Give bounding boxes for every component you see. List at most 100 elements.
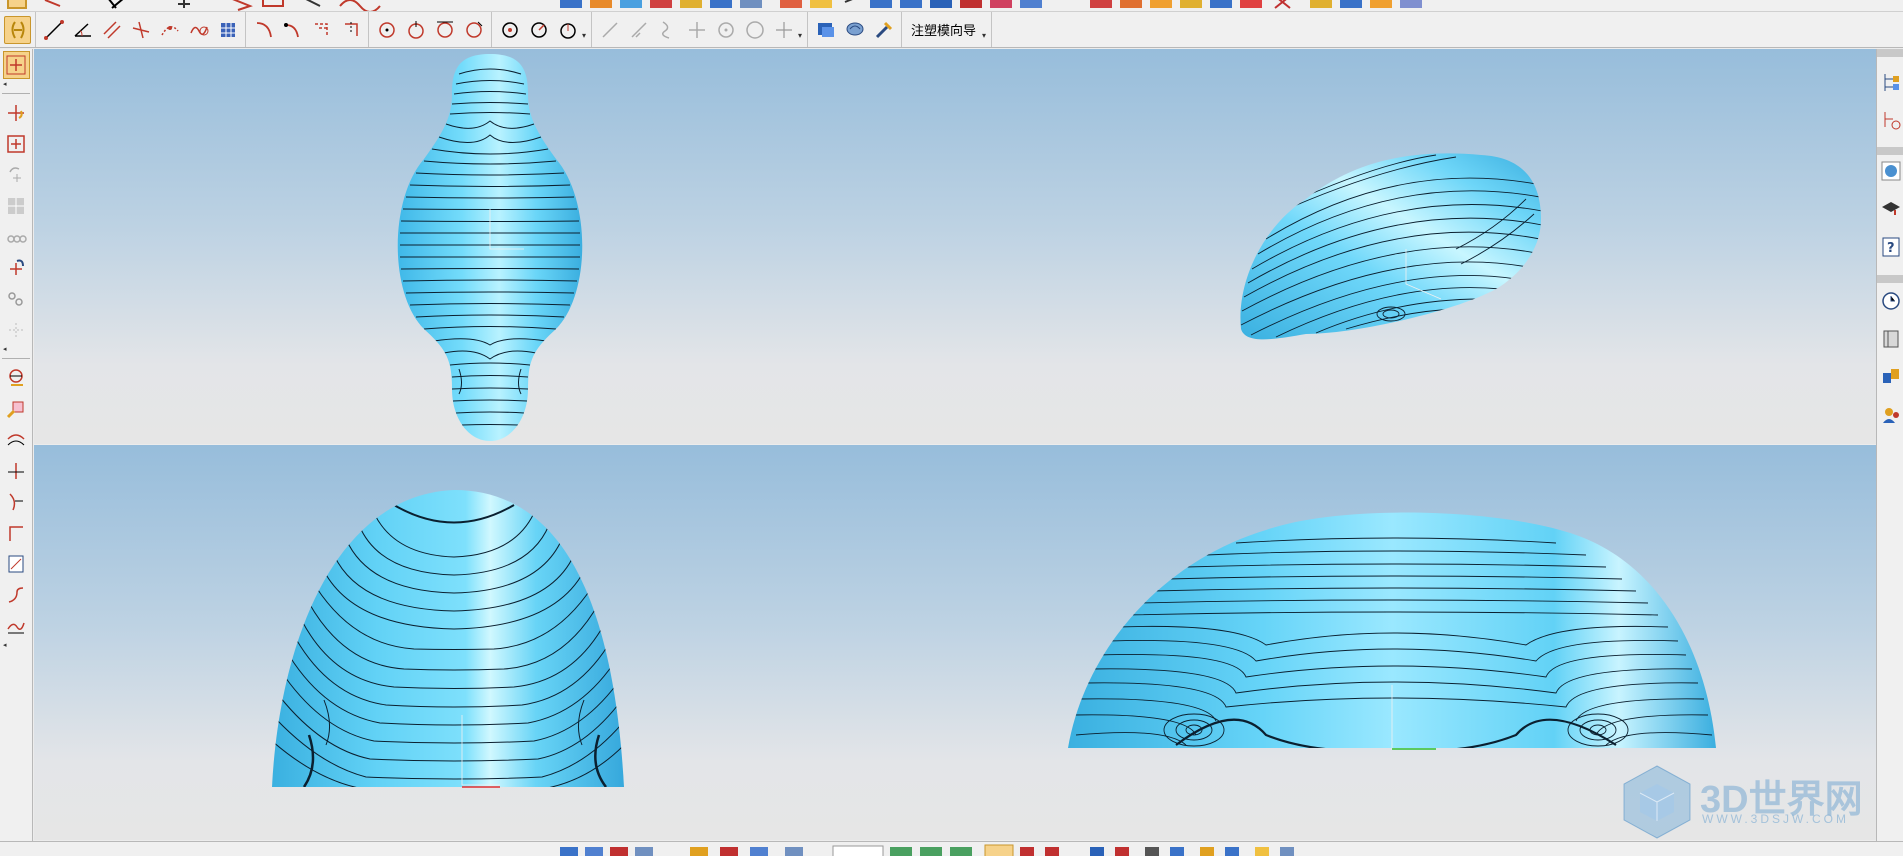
roles-tab[interactable] <box>1880 403 1902 427</box>
disabled-tools-dropdown[interactable]: ▾ <box>798 31 802 40</box>
tree-icon <box>1884 74 1899 91</box>
cross-line-button[interactable] <box>127 16 154 44</box>
angle-icon <box>73 22 91 37</box>
point-circle-button[interactable] <box>496 16 523 44</box>
curve-offset-icon <box>7 434 25 446</box>
blend-button[interactable] <box>3 612 30 640</box>
web-browser-tab[interactable] <box>1880 159 1902 183</box>
mold-tools-button[interactable] <box>870 16 897 44</box>
measure-icon <box>9 369 23 386</box>
mold-brain-icon <box>846 22 864 35</box>
left-group2-dropdown[interactable]: ◂ <box>3 345 7 355</box>
line-button[interactable] <box>40 16 67 44</box>
trim-icon <box>344 21 358 36</box>
mold-wizard-button[interactable] <box>812 16 839 44</box>
history-tab[interactable] <box>1880 289 1902 313</box>
circle-3pt-button[interactable] <box>460 16 487 44</box>
angle-line-button[interactable] <box>69 16 96 44</box>
curve-offset-button[interactable] <box>3 426 30 454</box>
search-button[interactable] <box>3 395 30 423</box>
target-button[interactable] <box>3 130 30 158</box>
circle-center-icon <box>407 20 424 39</box>
top-toolbar-partial <box>0 0 1903 12</box>
assembly-tab[interactable] <box>1880 365 1902 389</box>
extend-icon <box>9 493 23 511</box>
rotate-gray-button[interactable] <box>3 161 30 189</box>
bridge-button[interactable] <box>3 581 30 609</box>
user-icon <box>1883 408 1899 423</box>
left-group1-dropdown[interactable]: ◂ <box>3 80 7 90</box>
chain-gray-button[interactable] <box>3 223 30 251</box>
trim-button[interactable] <box>337 16 364 44</box>
cross-gray-button[interactable] <box>770 16 797 44</box>
help-tab[interactable]: ? <box>1880 235 1902 259</box>
grid-button[interactable] <box>214 16 241 44</box>
resource-bar: ? <box>1876 49 1903 841</box>
offset-button[interactable] <box>308 16 335 44</box>
side-view-model[interactable] <box>936 445 1876 840</box>
plus-gray-button[interactable] <box>683 16 710 44</box>
arc-tools-dropdown[interactable]: ▾ <box>582 31 586 40</box>
viewport-side-view[interactable] <box>936 445 1876 840</box>
circle-tangent-button[interactable] <box>431 16 458 44</box>
fillet-button[interactable] <box>250 16 277 44</box>
slant-line-gray-button[interactable] <box>625 16 652 44</box>
curve-icon <box>283 22 299 37</box>
chain-link-icon <box>8 292 23 306</box>
arc-angle-button[interactable] <box>554 16 581 44</box>
circle-gray-button[interactable] <box>712 16 739 44</box>
line-icon <box>43 19 64 40</box>
move-point-button[interactable] <box>3 99 30 127</box>
point-cross-button[interactable] <box>2 51 30 79</box>
bridge-icon <box>8 587 24 603</box>
part-navigator-tab[interactable] <box>1880 109 1902 133</box>
mold-wizard-text-button[interactable]: 注塑模向导 <box>905 12 982 47</box>
circle-center-button[interactable] <box>402 16 429 44</box>
circle-button[interactable] <box>373 16 400 44</box>
curve-button[interactable] <box>279 16 306 44</box>
viewport-front-view[interactable] <box>34 445 936 840</box>
arc-icon <box>530 21 547 38</box>
mold-brain-button[interactable] <box>841 16 868 44</box>
viewport-isometric-view[interactable] <box>936 49 1876 444</box>
front-view-model[interactable] <box>34 445 936 840</box>
corner-button[interactable] <box>3 519 30 547</box>
toolbar-row1-icons[interactable] <box>0 0 1450 12</box>
snap-group <box>0 12 36 47</box>
nx-cad-window: ▾ ▾ 注塑模向导 ▾ ◂ ◂ ◂ ? 3D世界网 WWW.3DSJW.COM <box>0 0 1903 856</box>
snap-button[interactable] <box>4 15 31 44</box>
arc-tools-group: ▾ <box>492 12 593 47</box>
assembly-navigator-tab[interactable] <box>1880 71 1902 95</box>
move-point-icon <box>8 105 24 121</box>
training-tab[interactable] <box>1880 197 1902 221</box>
left-group3-dropdown[interactable]: ◂ <box>3 641 7 651</box>
page-icon <box>8 555 24 573</box>
parallel-line-button[interactable] <box>98 16 125 44</box>
left-separator <box>2 93 30 94</box>
reuse-library-tab[interactable] <box>1880 327 1902 351</box>
arc-button[interactable] <box>525 16 552 44</box>
page-button[interactable] <box>3 550 30 578</box>
spline-button[interactable] <box>185 16 212 44</box>
chain-link-button[interactable] <box>3 285 30 313</box>
grid-gray-button[interactable] <box>3 192 30 220</box>
viewport-top-view[interactable] <box>34 49 936 444</box>
help-icon: ? <box>1882 237 1900 257</box>
mold-wizard-dropdown[interactable]: ▾ <box>982 31 986 40</box>
bottom-toolbar-icons[interactable] <box>0 842 1903 856</box>
scatter-gray-button[interactable] <box>3 316 30 344</box>
rotate-point-icon <box>10 259 24 275</box>
left-separator <box>2 358 30 359</box>
rotate-point-button[interactable] <box>3 254 30 282</box>
fillet-icon <box>256 21 272 37</box>
isometric-view-model[interactable] <box>936 49 1876 444</box>
measure-button[interactable] <box>3 364 30 392</box>
line-gray-button[interactable] <box>596 16 623 44</box>
arc-point-button[interactable] <box>156 16 183 44</box>
circle-outline-gray-icon <box>745 20 764 39</box>
intersect-button[interactable] <box>3 457 30 485</box>
curve-gray-button[interactable] <box>654 16 681 44</box>
extend-button[interactable] <box>3 488 30 516</box>
circle-outline-gray-button[interactable] <box>741 16 768 44</box>
top-view-model[interactable] <box>34 49 936 444</box>
